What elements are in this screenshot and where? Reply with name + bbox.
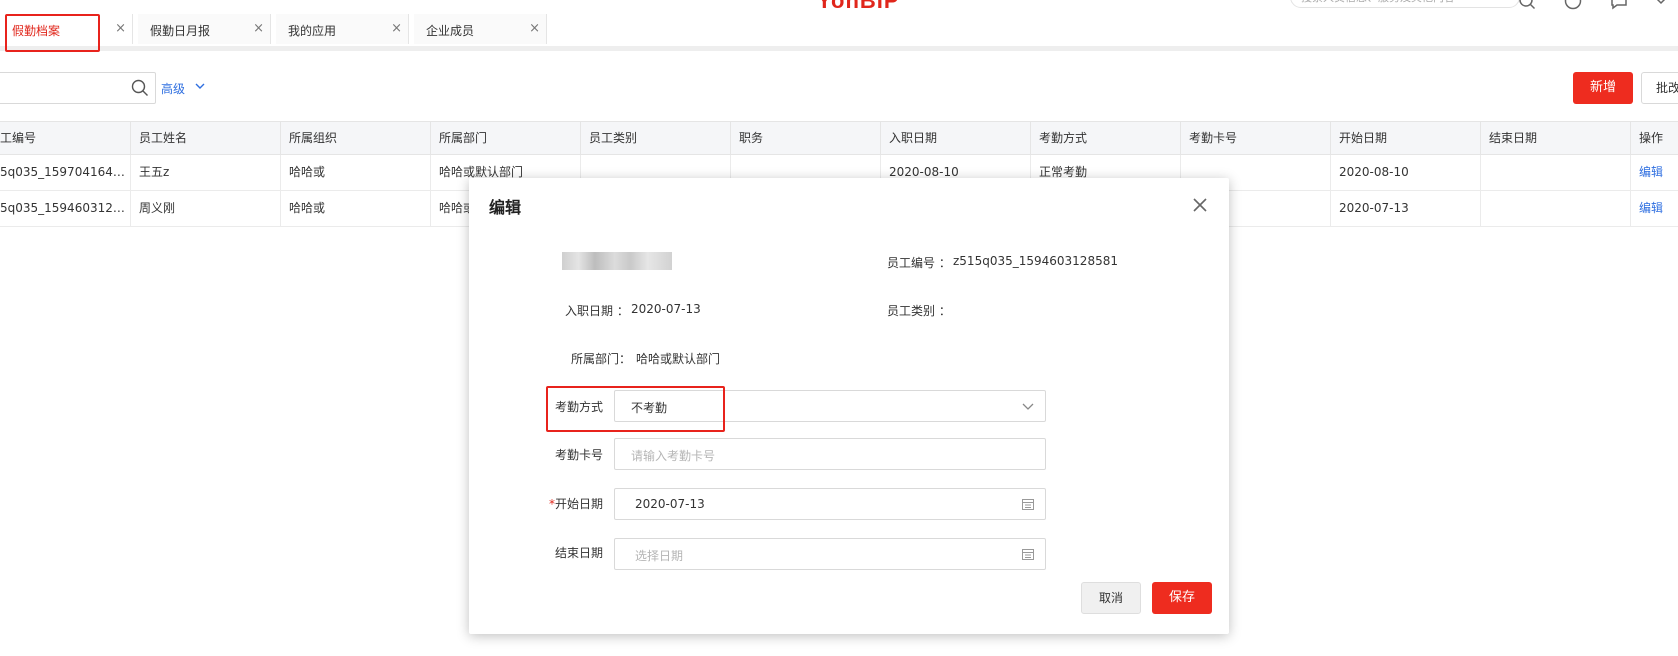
cancel-button[interactable]: 取消	[1081, 582, 1141, 614]
close-icon[interactable]	[1191, 196, 1209, 214]
chevron-down-icon[interactable]	[194, 80, 206, 92]
end-date-placeholder: 选择日期	[635, 549, 684, 563]
column-header[interactable]: 所属部门	[430, 122, 580, 154]
save-button[interactable]: 保存	[1152, 582, 1212, 614]
highlight-box-attendance-mode	[546, 386, 725, 432]
card-no-input[interactable]: 请输入考勤卡号	[614, 438, 1046, 470]
employee-no-label: 员工编号 ：	[887, 256, 951, 270]
table-header: 工编号 员工姓名 所属组织 所属部门 员工类别 职务 入职日期 考勤方式 考勤卡…	[0, 121, 1678, 155]
column-header[interactable]: 职务	[730, 122, 880, 154]
message-icon[interactable]	[1610, 0, 1628, 10]
column-header[interactable]: 工编号	[0, 122, 130, 154]
user-menu-icon[interactable]	[1652, 0, 1670, 10]
dialog-title: 编辑	[489, 198, 522, 217]
global-search-icon[interactable]	[1518, 0, 1536, 10]
chevron-down-icon[interactable]	[1021, 399, 1035, 413]
brand-logo: YonBIP	[817, 0, 900, 13]
column-header[interactable]: 考勤卡号	[1180, 122, 1330, 154]
column-header[interactable]: 考勤方式	[1030, 122, 1180, 154]
department-value: 哈哈或默认部门	[636, 352, 721, 366]
end-date-label: 结束日期	[554, 546, 603, 560]
edit-dialog: 编辑 员工编号 ： z515q035_1594603128581 入职日期 ： …	[469, 178, 1229, 634]
edit-link[interactable]: 编辑	[1630, 155, 1678, 190]
column-header[interactable]: 开始日期	[1330, 122, 1480, 154]
tab-my-apps[interactable]: 我的应用 ×	[276, 14, 409, 44]
advanced-search-link[interactable]: 高级	[161, 80, 185, 97]
column-header[interactable]: 员工姓名	[130, 122, 280, 154]
column-header[interactable]: 入职日期	[880, 122, 1030, 154]
column-header[interactable]: 员工类别	[580, 122, 730, 154]
table-cell: 5q035_1597041641...	[0, 165, 130, 179]
tab-label: 我的应用	[288, 24, 337, 38]
tab-enterprise-members[interactable]: 企业成员 ×	[414, 14, 547, 44]
column-header[interactable]: 结束日期	[1480, 122, 1630, 154]
new-button[interactable]: 新增	[1573, 72, 1633, 104]
table-cell	[1480, 191, 1630, 226]
table-cell: 5q035_1594603128...	[0, 201, 130, 215]
card-no-label: 考勤卡号	[554, 448, 603, 462]
hire-date-value: 2020-07-13	[631, 302, 701, 316]
department-label: 所属部门：	[571, 352, 632, 366]
end-date-picker[interactable]: 选择日期	[614, 538, 1046, 570]
tab-close-icon[interactable]: ×	[391, 21, 402, 36]
card-no-placeholder: 请输入考勤卡号	[631, 449, 716, 463]
employee-no-value: z515q035_1594603128581	[953, 254, 1118, 268]
table-cell	[1480, 155, 1630, 190]
edit-link[interactable]: 编辑	[1630, 191, 1678, 226]
employee-type-label: 员工类别 ：	[887, 304, 951, 318]
global-search-input[interactable]: 搜索人员信息、服务及其他内容	[1290, 0, 1520, 8]
calendar-icon[interactable]	[1021, 547, 1035, 561]
table-cell: 2020-08-10	[1330, 155, 1480, 190]
start-date-value: 2020-07-13	[635, 497, 705, 511]
search-icon[interactable]	[131, 79, 149, 97]
table-cell: 周义刚	[130, 191, 280, 226]
search-input[interactable]	[0, 72, 156, 104]
start-date-picker[interactable]: 2020-07-13	[614, 488, 1046, 520]
table-cell: 哈哈或	[280, 155, 430, 190]
column-header: 操作	[1630, 122, 1678, 154]
calendar-icon[interactable]	[1021, 497, 1035, 511]
tab-close-icon[interactable]: ×	[115, 21, 126, 36]
column-header[interactable]: 所属组织	[280, 122, 430, 154]
tab-close-icon[interactable]: ×	[529, 21, 540, 36]
help-icon[interactable]	[1564, 0, 1582, 10]
start-date-label-text: 开始日期	[554, 497, 603, 511]
table-cell: 2020-07-13	[1330, 191, 1480, 226]
tab-close-icon[interactable]: ×	[253, 21, 264, 36]
tab-strip-divider	[0, 46, 1678, 51]
start-date-label: *开始日期	[513, 495, 603, 512]
batch-edit-button[interactable]: 批改	[1641, 72, 1678, 104]
table-cell: 哈哈或	[280, 191, 430, 226]
tab-label: 假勤日月报	[150, 24, 211, 38]
employee-name-blurred	[562, 252, 672, 270]
hire-date-label: 入职日期 ：	[565, 304, 629, 318]
table-cell: 王五z	[130, 155, 280, 190]
tab-attendance-report[interactable]: 假勤日月报 ×	[138, 14, 271, 44]
highlight-box-tab	[5, 14, 100, 52]
tab-label: 企业成员	[426, 24, 475, 38]
